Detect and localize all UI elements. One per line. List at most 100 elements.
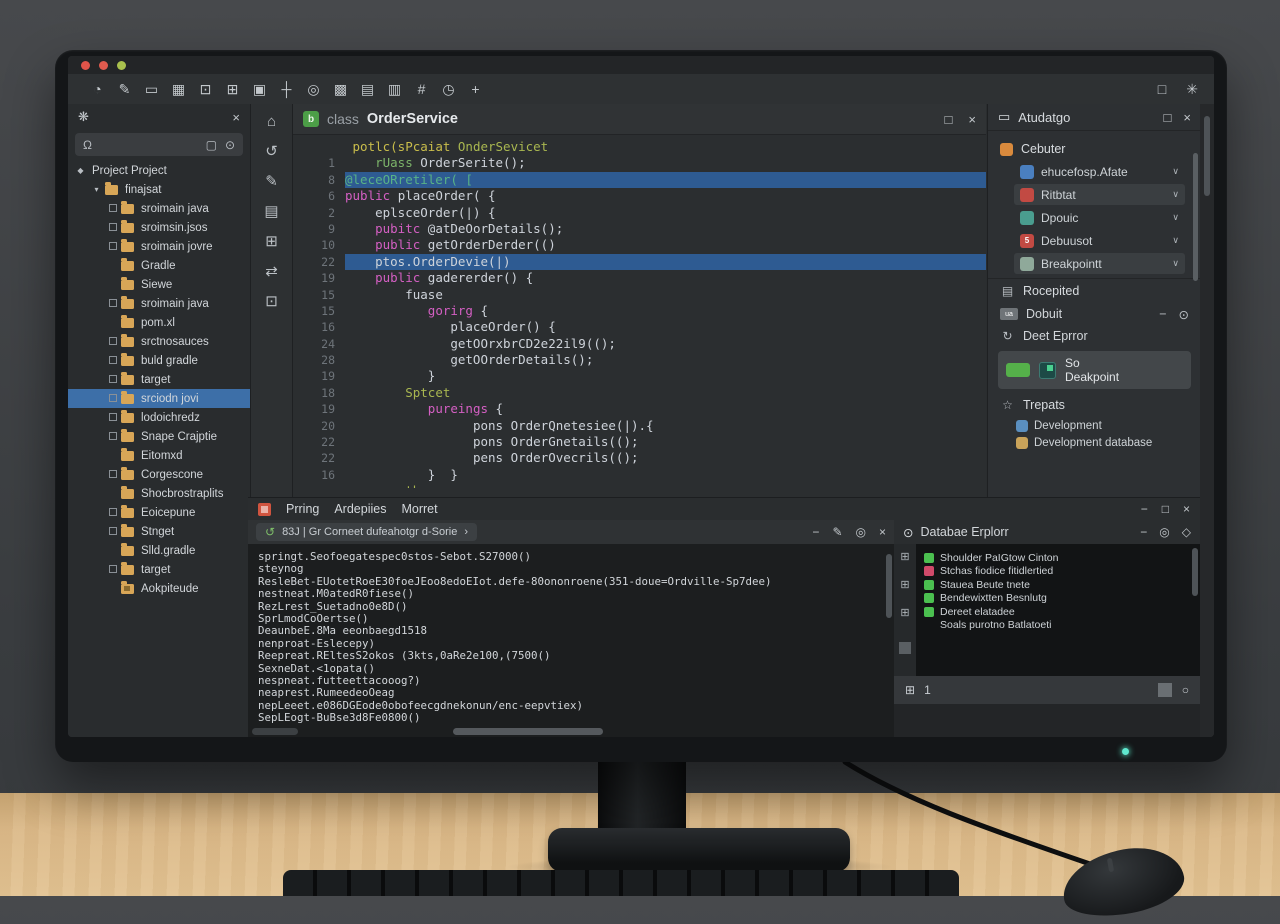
tree-item-gradle[interactable]: Gradle: [68, 256, 250, 275]
close-icon[interactable]: ×: [1183, 110, 1191, 125]
section-trepats[interactable]: ☆Trepats: [988, 393, 1201, 417]
tree-item-srciodn-jovi[interactable]: srciodn jovi: [68, 389, 250, 408]
tree-item-target[interactable]: target: [68, 370, 250, 389]
table-grid-icon[interactable]: ⊞: [900, 606, 909, 619]
db-item-stchas-fiodice-fitidlertied[interactable]: Stchas fiodice fitidlertied: [924, 565, 1200, 579]
display-icon[interactable]: ⊡: [192, 81, 219, 98]
line-number[interactable]: 8: [293, 172, 345, 188]
target-icon[interactable]: ◎: [1159, 525, 1169, 539]
zoom-dot[interactable]: [117, 61, 126, 70]
tree-item-eitomxd[interactable]: Eitomxd: [68, 446, 250, 465]
maximize-icon[interactable]: □: [1164, 110, 1172, 125]
chevron-down-icon[interactable]: ∨: [1172, 258, 1179, 269]
undo-icon[interactable]: ↺: [265, 142, 278, 160]
file-icon[interactable]: ▭: [138, 81, 165, 98]
console-vertical-scrollbar[interactable]: [886, 554, 892, 618]
tree-item-aokpiteude[interactable]: Aokpiteude: [68, 579, 250, 598]
dropdown-ehucefosp-afate[interactable]: ehucefosp.Afate∨: [1014, 161, 1185, 182]
table-grid-icon[interactable]: ⊞: [900, 550, 909, 563]
maximize-icon[interactable]: □: [945, 112, 953, 127]
dropdown-dpouic[interactable]: Dpouic∨: [1014, 207, 1185, 228]
checkbox-icon[interactable]: [106, 565, 119, 575]
close-icon[interactable]: ×: [968, 112, 976, 127]
line-number[interactable]: 22: [293, 254, 345, 270]
checkbox-icon[interactable]: [106, 299, 119, 309]
db-item-shoulder-paigtow-cinton[interactable]: Shoulder PaIGtow Cinton: [924, 551, 1200, 565]
grid-icon[interactable]: ⊞: [265, 232, 278, 250]
record-icon[interactable]: ○: [1182, 683, 1189, 697]
edit-icon[interactable]: ✎: [832, 525, 842, 539]
row-dobuit[interactable]: uaDobuit−⊙: [988, 303, 1201, 325]
hash-icon[interactable]: #: [408, 81, 435, 97]
line-number[interactable]: 24: [293, 336, 345, 352]
checkbox-icon[interactable]: [106, 432, 119, 442]
line-number[interactable]: [293, 483, 345, 488]
tree-item-snape-crajptie[interactable]: Snape Crajptie: [68, 427, 250, 446]
line-number[interactable]: 15: [293, 303, 345, 319]
line-number[interactable]: 18: [293, 385, 345, 401]
image-icon[interactable]: ▤: [264, 202, 278, 220]
tree-item-corgescone[interactable]: Corgescone: [68, 465, 250, 484]
db-item-dereet-elatadee[interactable]: Dereet elatadee: [924, 605, 1200, 619]
table-icon[interactable]: ⊞: [219, 81, 246, 98]
pen-icon[interactable]: ✎: [111, 81, 138, 98]
add-icon[interactable]: +: [462, 81, 489, 97]
tree-item-sroimain-jovre[interactable]: sroimain jovre: [68, 237, 250, 256]
tree-item-stnget[interactable]: Stnget: [68, 522, 250, 541]
target-development[interactable]: Development: [1016, 417, 1201, 434]
history-icon[interactable]: ⊙: [225, 138, 235, 152]
checkbox-icon[interactable]: [106, 413, 119, 423]
dropdown-ritbtat[interactable]: Ritbtat∨: [1014, 184, 1185, 205]
window-icon[interactable]: ▣: [246, 81, 273, 98]
row-deet-eprror[interactable]: ↻Deet Eprror: [988, 325, 1201, 347]
checkbox-icon[interactable]: [106, 223, 119, 233]
search-input[interactable]: Ω ▢ ⊙: [75, 133, 243, 156]
copy-icon[interactable]: ▩: [327, 81, 354, 98]
line-number[interactable]: 6: [293, 188, 345, 204]
checkbox-icon[interactable]: [106, 470, 119, 480]
tree-item-target[interactable]: target: [68, 560, 250, 579]
gear-icon[interactable]: ❋: [78, 109, 89, 125]
db-item-stauea-beute-tnete[interactable]: Stauea Beute tnete: [924, 578, 1200, 592]
bell-icon[interactable]: ◷: [435, 81, 462, 98]
search-icon[interactable]: ⊙: [1179, 307, 1189, 322]
sync-icon[interactable]: ⇄: [265, 262, 278, 280]
checkbox-icon[interactable]: [106, 204, 119, 214]
section-cebuter[interactable]: Cebuter: [988, 137, 1201, 161]
chevron-down-icon[interactable]: ∨: [1172, 235, 1179, 246]
line-number[interactable]: 1: [293, 155, 345, 171]
calendar-icon[interactable]: ▤: [354, 81, 381, 98]
line-number[interactable]: 28: [293, 352, 345, 368]
profile-icon[interactable]: ◔: [84, 81, 111, 97]
tree-item-project-project[interactable]: ◆Project Project: [68, 161, 250, 180]
chevron-down-icon[interactable]: ▾: [90, 185, 103, 194]
tree-item-eoicepune[interactable]: Eoicepune: [68, 503, 250, 522]
burst-icon[interactable]: ✳: [1186, 81, 1198, 98]
minimize-icon[interactable]: −: [1140, 525, 1147, 539]
line-number[interactable]: 20: [293, 418, 345, 434]
table-grid-icon[interactable]: ⊞: [900, 578, 909, 591]
checkbox-icon[interactable]: [106, 242, 119, 252]
line-number[interactable]: 15: [293, 287, 345, 303]
line-number[interactable]: [293, 139, 345, 155]
checkbox-icon[interactable]: [106, 527, 119, 537]
line-number[interactable]: 19: [293, 270, 345, 286]
checkbox-icon[interactable]: [106, 356, 119, 366]
line-number[interactable]: 19: [293, 368, 345, 384]
crosshair-icon[interactable]: ┼: [273, 81, 300, 97]
checkbox-icon[interactable]: [106, 394, 119, 404]
line-number[interactable]: 16: [293, 467, 345, 483]
save-icon[interactable]: ▦: [165, 81, 192, 98]
console-horizontal-scrollbar[interactable]: [453, 728, 603, 735]
tree-item-shocbrostraplits[interactable]: Shocbrostraplits: [68, 484, 250, 503]
line-number[interactable]: 2: [293, 205, 345, 221]
target-icon[interactable]: ◎: [856, 525, 866, 539]
tree-item-srctnosauces[interactable]: srctnosauces: [68, 332, 250, 351]
selected-breakpoint-card[interactable]: SoDeakpoint: [998, 351, 1191, 389]
chevron-down-icon[interactable]: ∨: [1172, 212, 1179, 223]
diamond-icon[interactable]: ◆: [74, 166, 87, 175]
clipboard-icon[interactable]: ▥: [381, 81, 408, 98]
checkbox-icon[interactable]: [106, 508, 119, 518]
bottom-tab-ardepiies[interactable]: Ardepiies: [334, 502, 386, 516]
run-config-pill[interactable]: ↺ 83J | Gr Corneet dufeahotgr d-Sorie ›: [256, 523, 477, 541]
